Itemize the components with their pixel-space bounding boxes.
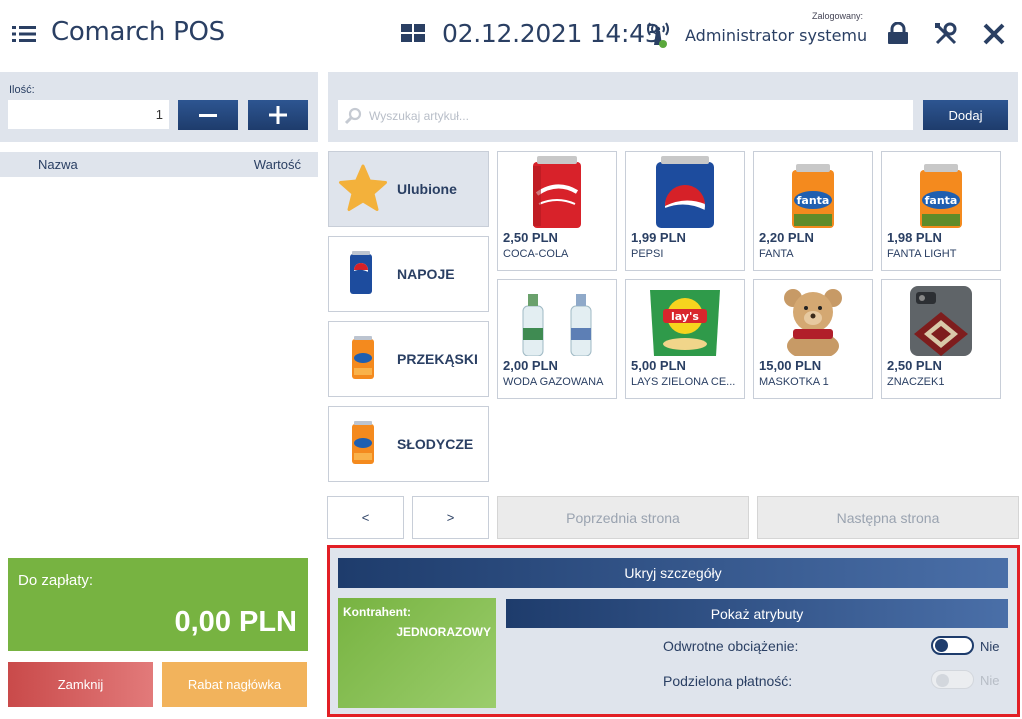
menu-icon[interactable] <box>12 25 36 43</box>
svg-text:fanta: fanta <box>797 194 830 207</box>
fanta-can-icon: fanta <box>886 156 996 228</box>
toggle-knob <box>935 639 948 652</box>
increase-quantity-button[interactable] <box>248 100 308 130</box>
product-price: 2,20 PLN <box>759 230 814 245</box>
contractor-value: JEDNORAZOWY <box>396 625 491 639</box>
toggle-knob <box>936 674 949 687</box>
phone-case-icon <box>886 284 996 356</box>
category-label: SŁODYCZE <box>397 436 474 452</box>
product-name: ZNACZEK1 <box>887 376 945 388</box>
header-discount-button[interactable]: Rabat nagłówka <box>162 662 307 707</box>
reverse-charge-value: Nie <box>980 639 1000 654</box>
product-price: 2,00 PLN <box>503 358 558 373</box>
windows-grid-icon[interactable] <box>401 24 425 42</box>
product-price: 15,00 PLN <box>759 358 822 373</box>
lock-icon[interactable] <box>887 21 909 44</box>
category-label: Ulubione <box>397 181 457 197</box>
header-bar: Comarch POS 02.12.2021 14:43 Zalogowany:… <box>0 0 1022 70</box>
reverse-charge-label: Odwrotne obciążenie: <box>663 638 799 654</box>
product-tile[interactable]: fanta 1,98 PLN FANTA LIGHT <box>881 151 1001 271</box>
previous-page-button[interactable]: Poprzednia strona <box>497 496 749 539</box>
next-small-button[interactable]: > <box>412 496 489 539</box>
user-name[interactable]: Administrator systemu <box>685 26 867 45</box>
payment-summary: Do zapłaty: 0,00 PLN <box>8 558 308 651</box>
decrease-quantity-button[interactable] <box>178 100 238 130</box>
product-tile[interactable]: 2,00 PLN WODA GAZOWANA <box>497 279 617 399</box>
category-label: NAPOJE <box>397 266 455 282</box>
hide-details-button[interactable]: Ukryj szczegóły <box>338 558 1008 588</box>
quantity-label: Ilość: <box>9 84 35 96</box>
logged-in-label: Zalogowany: <box>812 11 864 21</box>
pepsi-can-icon <box>630 156 740 228</box>
lays-bag-icon: lay's <box>630 284 740 356</box>
contractor-label: Kontrahent: <box>343 605 411 619</box>
category-snacks[interactable]: PRZEKĄSKI <box>328 321 489 397</box>
payment-amount: 0,00 PLN <box>174 606 298 638</box>
product-tile[interactable]: 2,50 PLN COCA-COLA <box>497 151 617 271</box>
prev-small-button[interactable]: < <box>327 496 404 539</box>
product-tile[interactable]: lay's 5,00 PLN LAYS ZIELONA CE... <box>625 279 745 399</box>
quantity-input[interactable] <box>8 100 169 129</box>
contractor-box[interactable]: Kontrahent: JEDNORAZOWY <box>338 598 496 708</box>
product-price: 2,50 PLN <box>887 358 942 373</box>
split-payment-toggle <box>931 670 974 689</box>
fanta-can-icon <box>352 336 374 379</box>
category-sweets[interactable]: SŁODYCZE <box>328 406 489 482</box>
category-favorites[interactable]: Ulubione <box>328 151 489 227</box>
add-article-button[interactable]: Dodaj <box>923 100 1008 130</box>
product-price: 5,00 PLN <box>631 358 686 373</box>
star-icon <box>339 164 387 211</box>
plus-icon <box>269 106 287 124</box>
fanta-can-icon <box>352 421 374 464</box>
product-tile[interactable]: 15,00 PLN MASKOTKA 1 <box>753 279 873 399</box>
app-title: Comarch POS <box>51 17 225 47</box>
product-name: LAYS ZIELONA CE... <box>631 376 736 388</box>
product-price: 1,99 PLN <box>631 230 686 245</box>
search-placeholder: Wyszukaj artykuł... <box>369 109 469 123</box>
split-payment-label: Podzielona płatność: <box>663 673 793 689</box>
product-name: FANTA LIGHT <box>887 248 957 260</box>
cart-header: Nazwa Wartość <box>0 152 318 177</box>
water-bottles-icon <box>502 284 612 356</box>
product-name: FANTA <box>759 248 794 260</box>
cart-column-value: Wartość <box>253 157 301 172</box>
product-name: COCA-COLA <box>503 248 569 260</box>
product-tile[interactable]: 1,99 PLN PEPSI <box>625 151 745 271</box>
datetime-display: 02.12.2021 14:43 <box>442 19 661 48</box>
close-receipt-button[interactable]: Zamknij <box>8 662 153 707</box>
split-payment-value: Nie <box>980 673 1000 688</box>
fanta-can-icon: fanta <box>758 156 868 228</box>
svg-text:fanta: fanta <box>925 194 958 207</box>
reverse-charge-toggle[interactable] <box>931 636 974 655</box>
teddy-bear-icon <box>758 284 868 356</box>
product-name: WODA GAZOWANA <box>503 376 604 388</box>
next-page-button[interactable]: Następna strona <box>757 496 1019 539</box>
product-tile[interactable]: 2,50 PLN ZNACZEK1 <box>881 279 1001 399</box>
close-icon[interactable] <box>983 23 1005 45</box>
cart-column-name: Nazwa <box>38 157 78 172</box>
product-name: PEPSI <box>631 248 664 260</box>
category-drinks[interactable]: NAPOJE <box>328 236 489 312</box>
product-tile[interactable]: fanta 2,20 PLN FANTA <box>753 151 873 271</box>
minus-icon <box>199 113 217 117</box>
product-price: 2,50 PLN <box>503 230 558 245</box>
coca-cola-can-icon <box>502 156 612 228</box>
tools-icon[interactable] <box>934 22 958 46</box>
search-icon <box>344 107 362 125</box>
svg-text:lay's: lay's <box>671 310 699 323</box>
pepsi-can-icon <box>350 251 372 294</box>
connection-status-icon[interactable] <box>645 19 671 49</box>
show-attributes-button[interactable]: Pokaż atrybuty <box>506 599 1008 628</box>
cart-list[interactable] <box>0 177 318 547</box>
product-price: 1,98 PLN <box>887 230 942 245</box>
product-name: MASKOTKA 1 <box>759 376 829 388</box>
payment-label: Do zapłaty: <box>18 572 94 589</box>
category-label: PRZEKĄSKI <box>397 351 478 367</box>
